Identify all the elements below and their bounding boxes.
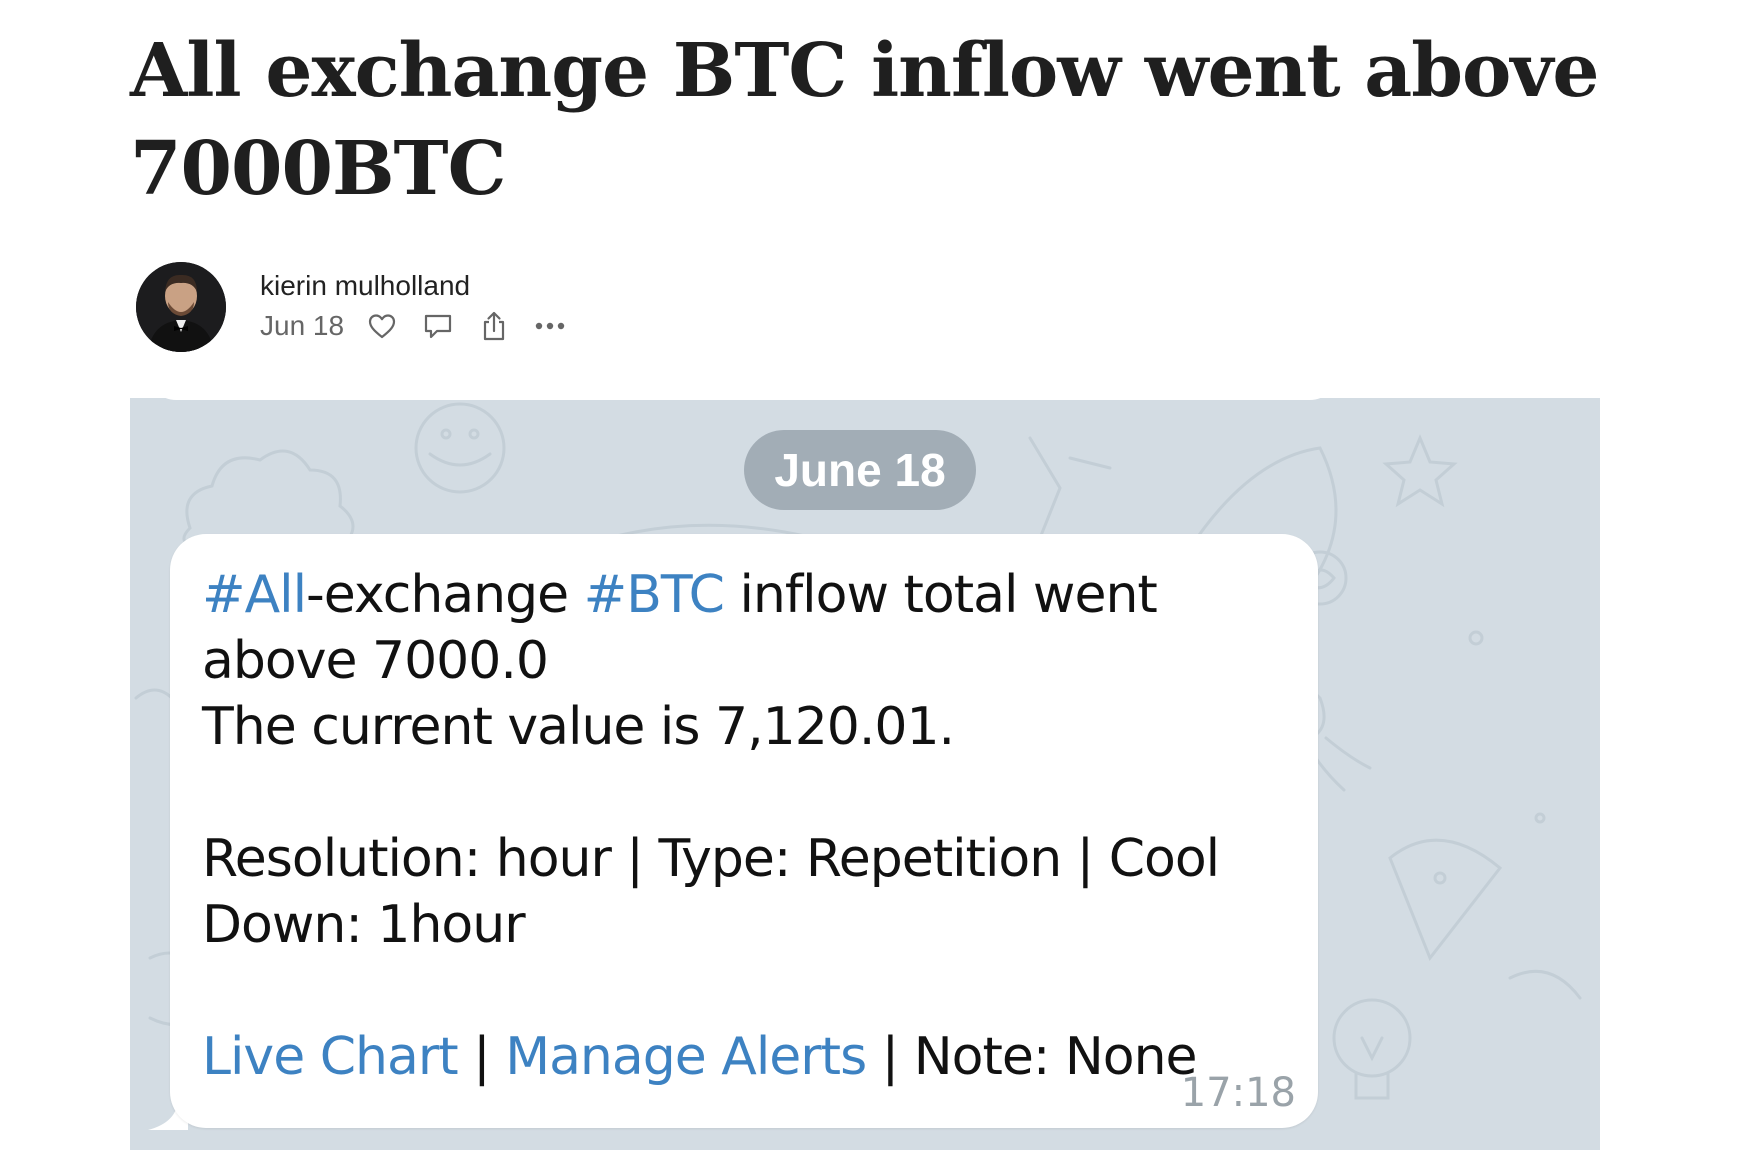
- hashtag-all-link[interactable]: #All: [202, 565, 307, 625]
- live-chart-link[interactable]: Live Chart: [202, 1027, 459, 1087]
- alert-settings-text: Resolution: hour | Type: Repetition | Co…: [202, 829, 1220, 955]
- previous-message-bubble: [148, 398, 1338, 400]
- post-meta: Jun 18: [260, 306, 568, 346]
- post-date: Jun 18: [260, 310, 345, 341]
- manage-alerts-link[interactable]: Manage Alerts: [505, 1027, 867, 1087]
- hashtag-btc-link[interactable]: #BTC: [584, 565, 725, 625]
- alert-links-row: Live Chart | Manage Alerts | Note: None: [202, 1024, 1288, 1090]
- links-separator: |: [866, 1027, 914, 1087]
- avatar[interactable]: [136, 262, 226, 352]
- comment-icon[interactable]: [420, 308, 456, 344]
- current-value-text: The current value is 7,120.01.: [202, 697, 955, 757]
- date-separator: June 18: [744, 430, 976, 510]
- links-separator: |: [457, 1027, 506, 1087]
- author-name[interactable]: kierin mulholland: [260, 270, 470, 302]
- alert-message-bubble[interactable]: #All-exchange #BTC inflow total went abo…: [170, 534, 1318, 1128]
- article-title: All exchange BTC inflow went above 7000B…: [130, 28, 1599, 212]
- telegram-screenshot: June 18 #All-exchange #BTC inflow total …: [130, 398, 1600, 1150]
- more-icon[interactable]: [532, 308, 568, 344]
- alert-text: #All-exchange #BTC inflow total went abo…: [202, 562, 1288, 760]
- note-text: Note: None: [913, 1027, 1198, 1087]
- message-timestamp: 17:18: [1180, 1070, 1296, 1116]
- heart-icon[interactable]: [364, 308, 400, 344]
- message-text-exchange: -exchange: [306, 565, 584, 625]
- share-icon[interactable]: [476, 308, 512, 344]
